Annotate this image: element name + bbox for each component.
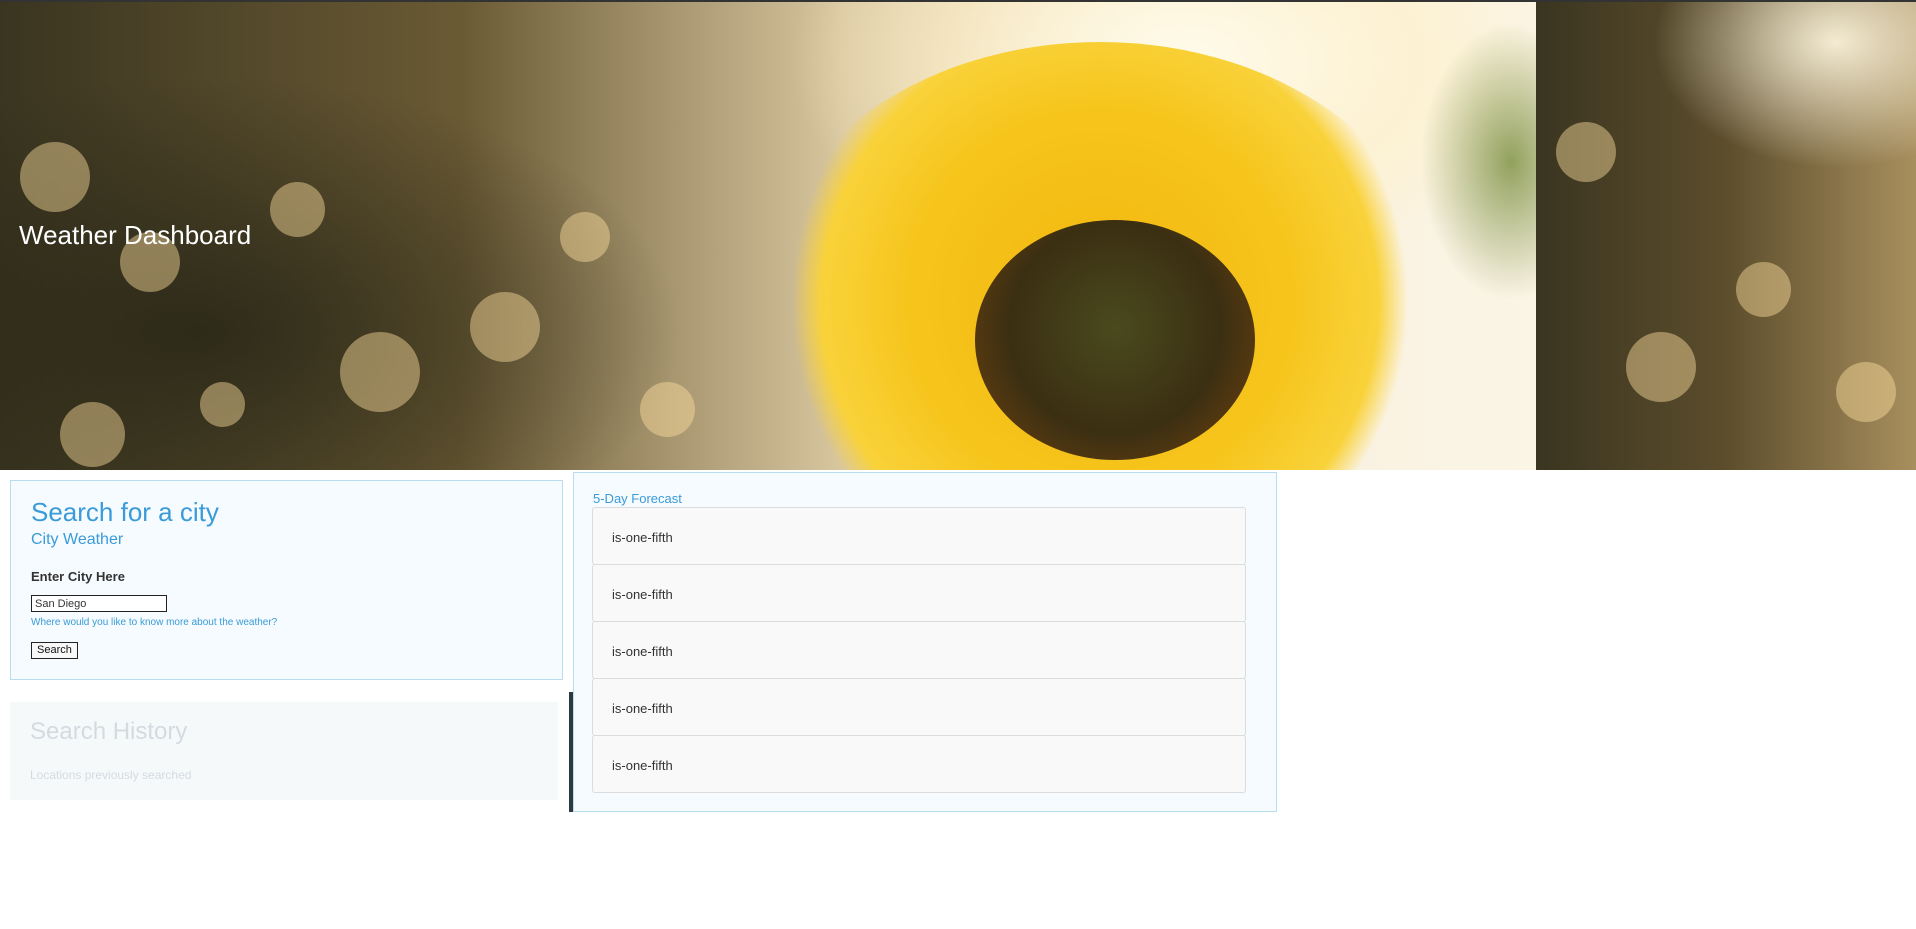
city-input-help-text: Where would you like to know more about …: [31, 617, 278, 628]
forecast-day-card: is-one-fifth: [592, 621, 1246, 679]
search-history-card: Search History Locations previously sear…: [10, 702, 558, 800]
search-history-subtitle: Locations previously searched: [30, 768, 192, 782]
background-image-tile: [1536, 2, 1916, 470]
search-card: Search for a city City Weather Enter Cit…: [10, 480, 563, 680]
forecast-day-card: is-one-fifth: [592, 564, 1246, 622]
forecast-day-label: is-one-fifth: [612, 587, 673, 602]
forecast-day-card: is-one-fifth: [592, 678, 1246, 736]
forecast-day-label: is-one-fifth: [612, 644, 673, 659]
search-history-title: Search History: [30, 718, 188, 745]
city-input-label: Enter City Here: [31, 569, 125, 584]
forecast-day-label: is-one-fifth: [612, 530, 673, 545]
hero-banner: Weather Dashboard: [0, 0, 1916, 470]
page-title: Weather Dashboard: [19, 220, 252, 250]
forecast-day-card: is-one-fifth: [592, 507, 1246, 565]
search-card-subtitle: City Weather: [31, 531, 124, 548]
forecast-day-label: is-one-fifth: [612, 758, 673, 773]
forecast-day-label: is-one-fifth: [612, 701, 673, 716]
search-button[interactable]: Search: [31, 642, 78, 659]
forecast-list: is-one-fifth is-one-fifth is-one-fifth i…: [592, 507, 1246, 793]
forecast-panel: 5-Day Forecast is-one-fifth is-one-fifth…: [573, 472, 1277, 812]
forecast-title: 5-Day Forecast: [593, 491, 682, 506]
forecast-day-card: is-one-fifth: [592, 735, 1246, 793]
search-card-title: Search for a city: [31, 497, 219, 527]
city-search-input[interactable]: [31, 595, 167, 612]
